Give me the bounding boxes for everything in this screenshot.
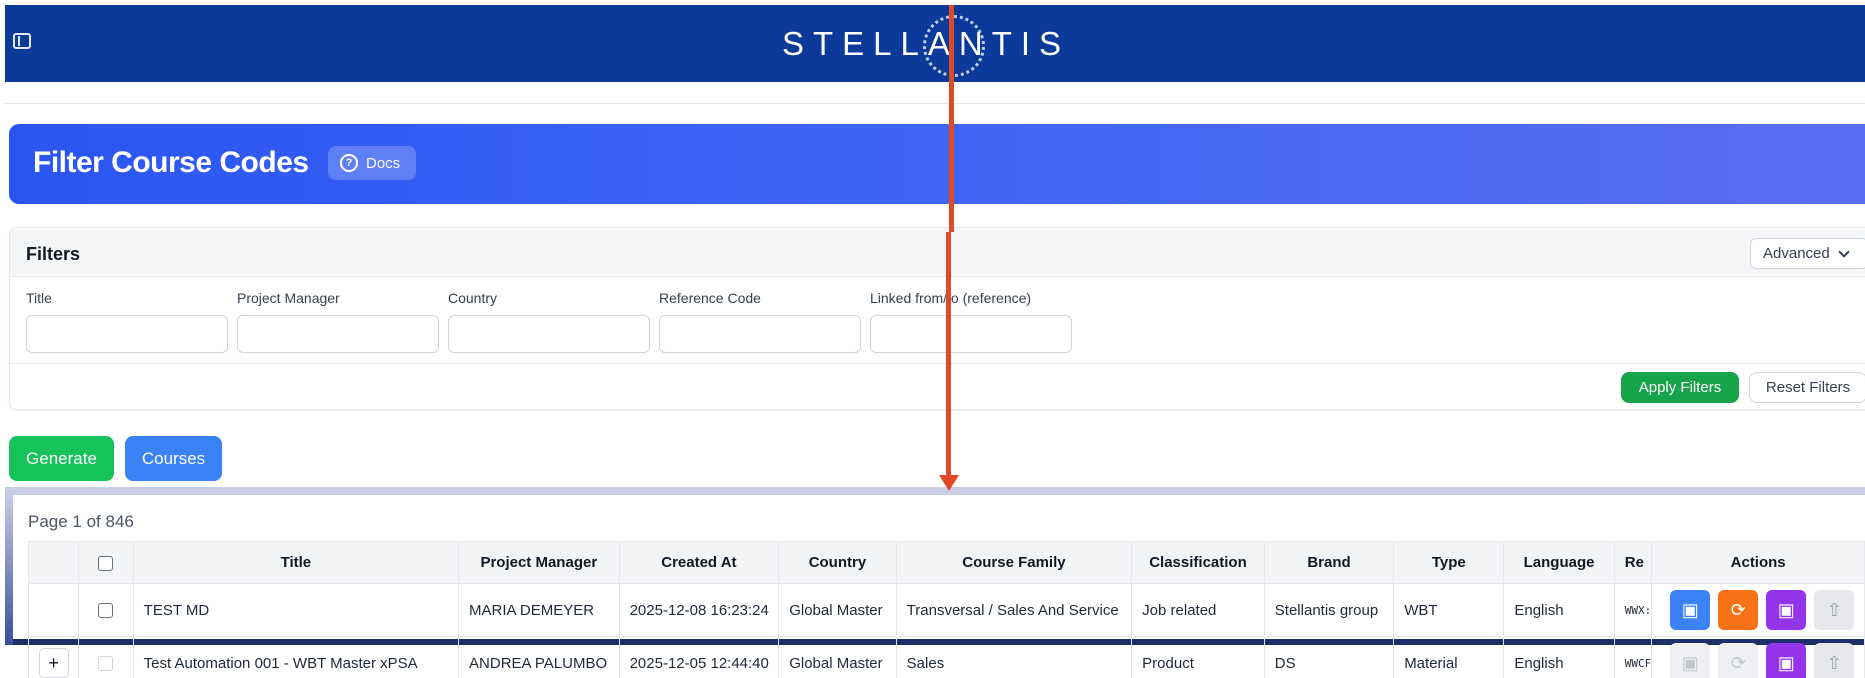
row-title: Test Automation 001 - WBT Master xPSA [132, 636, 460, 678]
filters-header: Filters Advanced [10, 228, 1865, 277]
row-title: TEST MD [132, 583, 460, 637]
annotation-arrow-head [939, 475, 959, 491]
help-circle-icon: ? [340, 154, 358, 172]
filters-title: Filters [26, 244, 81, 264]
row-reference: WWX: [1613, 583, 1653, 637]
advanced-button[interactable]: Advanced [1750, 238, 1865, 269]
row-actions: ▣ ⟳ ▣ ⇧ [1651, 636, 1865, 678]
country-filter-input[interactable] [448, 315, 650, 353]
row-select-checkbox[interactable] [98, 656, 114, 672]
column-header-title[interactable]: Title [132, 541, 460, 584]
column-header-actions: Actions [1651, 541, 1865, 584]
refresh-icon[interactable]: ⟳ [1718, 643, 1759, 678]
highlight-edge [5, 487, 13, 645]
row-language: English [1503, 583, 1615, 637]
package-add-icon[interactable]: ▣ [1766, 643, 1807, 678]
row-expand-cell: + [27, 636, 80, 678]
annotation-arrow-line [946, 232, 951, 476]
refresh-icon[interactable]: ⟳ [1718, 590, 1759, 630]
row-project-manager: ANDREA PALUMBO [458, 636, 620, 678]
expand-column-header [27, 541, 80, 584]
row-select-cell [78, 583, 134, 637]
column-header-type[interactable]: Type [1393, 541, 1505, 584]
row-reference: WWCF [1613, 636, 1653, 678]
page-indicator: Page 1 of 846 [28, 512, 134, 531]
docs-label: Docs [366, 154, 401, 172]
row-project-manager: MARIA DEMEYER [458, 583, 620, 637]
package-add-icon[interactable]: ▣ [1766, 590, 1807, 630]
upload-icon[interactable]: ⇧ [1814, 590, 1855, 630]
column-header-language[interactable]: Language [1503, 541, 1615, 584]
column-header-brand[interactable]: Brand [1263, 541, 1395, 584]
row-brand: DS [1263, 636, 1395, 678]
row-select-cell [78, 636, 134, 678]
generate-button[interactable]: Generate [9, 436, 114, 481]
docs-button[interactable]: ? Docs [328, 146, 416, 180]
row-country: Global Master [778, 636, 897, 678]
reset-filters-button[interactable]: Reset Filters [1749, 372, 1865, 403]
column-header-project-manager[interactable]: Project Manager [458, 541, 620, 584]
title-filter-label: Title [26, 290, 52, 306]
row-select-checkbox[interactable] [98, 603, 114, 619]
column-header-classification[interactable]: Classification [1131, 541, 1265, 584]
table-header-row: Title Project Manager Created At Country… [27, 541, 1865, 584]
top-bar: STELLANTIS [5, 5, 1865, 82]
sidebar-toggle-icon[interactable] [13, 33, 31, 49]
row-brand: Stellantis group [1263, 583, 1395, 637]
row-country: Global Master [778, 583, 897, 637]
filters-panel: Filters Advanced Title Project Manager C… [9, 227, 1865, 410]
page-title: Filter Course Codes [33, 146, 309, 179]
expand-row-button[interactable]: + [38, 648, 69, 678]
row-type: WBT [1393, 583, 1505, 637]
row-language: English [1503, 636, 1615, 678]
upload-icon[interactable]: ⇧ [1814, 643, 1855, 678]
page-hero: Filter Course Codes ? Docs [9, 124, 1865, 204]
package-icon[interactable]: ▣ [1670, 643, 1711, 678]
column-header-created-at[interactable]: Created At [618, 541, 780, 584]
logo-emblem-icon [923, 15, 985, 77]
linked-reference-filter-input[interactable] [870, 315, 1072, 353]
row-classification: Job related [1131, 583, 1265, 637]
title-filter-input[interactable] [26, 315, 228, 353]
table-row: + Test Automation 001 - WBT Master xPSA … [27, 636, 1865, 678]
select-all-checkbox[interactable] [98, 555, 114, 571]
courses-button[interactable]: Courses [125, 436, 222, 481]
project-manager-filter-label: Project Manager [237, 290, 340, 306]
apply-filters-button[interactable]: Apply Filters [1621, 372, 1739, 403]
project-manager-filter-input[interactable] [237, 315, 439, 353]
row-actions: ▣ ⟳ ▣ ⇧ [1651, 583, 1865, 637]
country-filter-label: Country [448, 290, 498, 306]
table-row: TEST MD MARIA DEMEYER 2025-12-08 16:23:2… [27, 583, 1865, 637]
row-classification: Product [1131, 636, 1265, 678]
header-divider [5, 103, 1865, 104]
chevron-down-icon [1838, 245, 1850, 258]
package-icon[interactable]: ▣ [1670, 590, 1711, 630]
row-type: Material [1393, 636, 1505, 678]
reference-code-filter-label: Reference Code [659, 290, 761, 306]
reference-code-filter-input[interactable] [659, 315, 861, 353]
row-created-at: 2025-12-05 12:44:40 [618, 636, 780, 678]
column-header-country[interactable]: Country [778, 541, 897, 584]
column-header-course-family[interactable]: Course Family [895, 541, 1133, 584]
select-all-header [78, 541, 134, 584]
advanced-label: Advanced [1763, 245, 1830, 262]
filters-footer-divider [10, 363, 1865, 364]
annotation-arrow-line [949, 5, 954, 232]
row-course-family: Sales [895, 636, 1133, 678]
row-expand-cell [27, 583, 80, 637]
course-codes-table: Title Project Manager Created At Country… [27, 541, 1865, 678]
app-window: STELLANTIS Filter Course Codes ? Docs Fi… [5, 5, 1865, 678]
row-course-family: Transversal / Sales And Service [895, 583, 1133, 637]
row-created-at: 2025-12-08 16:23:24 [618, 583, 780, 637]
column-header-reference[interactable]: Re [1613, 541, 1653, 584]
